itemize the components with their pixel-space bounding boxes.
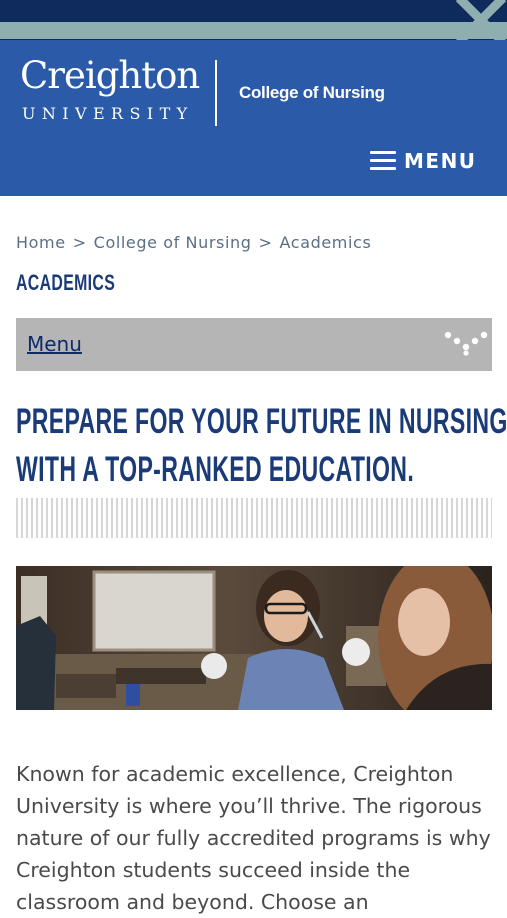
breadcrumb-separator: > (258, 233, 273, 252)
intro-line: classroom and beyond. Choose an (16, 890, 369, 914)
headline-line-1: PREPARE FOR YOUR FUTURE IN NURSING (16, 402, 507, 441)
section-title: ACADEMICS (16, 270, 116, 295)
menu-button-label: MENU (404, 149, 477, 173)
headline-line-2: WITH A TOP-RANKED EDUCATION. (16, 450, 415, 489)
top-accent-band (0, 22, 507, 39)
subnav-toggle[interactable]: Menu (16, 318, 492, 371)
hamburger-icon (370, 151, 396, 171)
breadcrumb-college[interactable]: College of Nursing (94, 233, 252, 252)
top-strip (0, 0, 507, 40)
intro-line: Known for academic excellence, Creighton (16, 762, 454, 786)
dots-icon[interactable] (444, 330, 488, 356)
intro-paragraph: Known for academic excellence, Creighton… (16, 758, 492, 918)
intro-line: University is where you’ll thrive. The r… (16, 794, 482, 818)
logo-university[interactable]: UNIVERSITY (22, 106, 194, 122)
hero-photo (16, 566, 492, 710)
breadcrumb: Home > College of Nursing > Academics (16, 233, 371, 252)
logo-wordmark[interactable]: Creighton (20, 57, 200, 94)
subnav-menu-link[interactable]: Menu (27, 332, 82, 356)
breadcrumb-separator: > (72, 233, 87, 252)
page-headline: PREPARE FOR YOUR FUTURE IN NURSING WITH … (16, 398, 507, 494)
menu-button[interactable]: MENU (368, 148, 480, 176)
intro-line: nature of our fully accredited programs … (16, 826, 491, 850)
college-name[interactable]: College of Nursing (239, 83, 385, 103)
logo-divider (215, 60, 217, 126)
decorative-pattern (16, 498, 492, 538)
close-icon[interactable] (455, 0, 507, 40)
breadcrumb-current: Academics (279, 233, 372, 252)
intro-line: Creighton students succeed inside the (16, 858, 411, 882)
site-header: Creighton UNIVERSITY College of Nursing … (0, 40, 507, 196)
breadcrumb-home[interactable]: Home (16, 233, 66, 252)
